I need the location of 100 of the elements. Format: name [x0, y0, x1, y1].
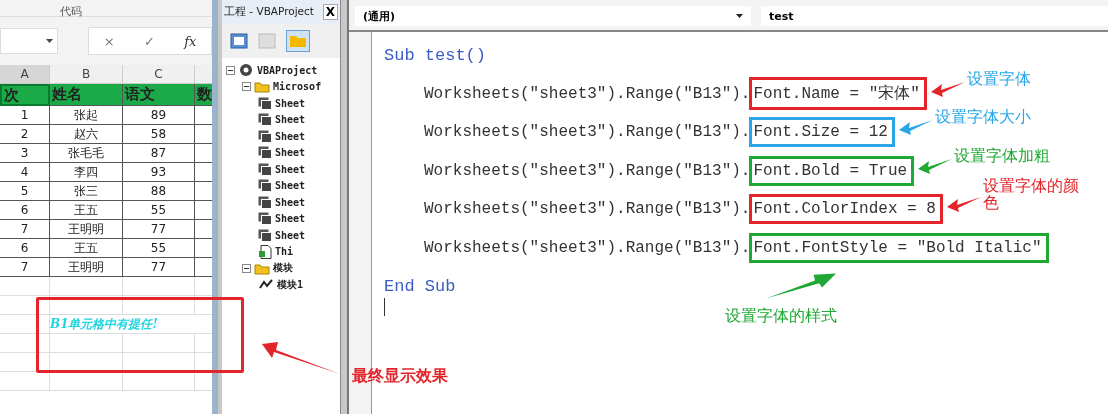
tree-item[interactable]: Sheet: [275, 97, 306, 109]
sheet-icon: [258, 179, 272, 193]
highlighted-code: Font.ColorIndex = 8: [749, 194, 943, 225]
column-header[interactable]: C: [123, 65, 195, 84]
table-cell: 王五: [50, 239, 123, 258]
procedure-dropdown[interactable]: test: [761, 6, 1108, 26]
folder-icon: [254, 261, 270, 275]
annotation-text: 设置字体加粗: [954, 148, 1051, 167]
table-cell: [0, 372, 50, 391]
table-cell: 1: [0, 106, 50, 125]
table-cell: [0, 334, 50, 353]
tree-item[interactable]: Sheet: [275, 229, 306, 241]
expand-toggle[interactable]: [226, 65, 235, 75]
table-cell: 93: [123, 163, 195, 182]
tree-item[interactable]: Sheet: [275, 147, 306, 159]
ribbon-group-label: 代码: [60, 5, 82, 18]
table-cell: 6: [0, 201, 50, 220]
table-cell: 6: [0, 239, 50, 258]
table-header-cell: 语文: [123, 84, 195, 106]
table-cell: 87: [123, 144, 195, 163]
annotation-text: 设置字体: [966, 71, 1031, 90]
table-header-cell: 次: [0, 84, 50, 106]
table-cell: 王明明: [50, 220, 123, 239]
annotation-text: 设置字体大小: [934, 110, 1031, 129]
table-cell: 89: [123, 106, 195, 125]
sheet-icon: [258, 146, 272, 160]
table-cell: 4: [0, 163, 50, 182]
tree-item[interactable]: Sheet: [275, 180, 306, 192]
caret-icon: [46, 39, 53, 43]
object-dropdown[interactable]: (通用): [355, 6, 751, 26]
table-cell: 王明明: [50, 258, 123, 277]
sheet-icon: [258, 162, 272, 176]
table-cell: 3: [0, 144, 50, 163]
table-cell: 77: [123, 220, 195, 239]
sheet-icon: [258, 195, 272, 209]
sheet-icon: [258, 96, 272, 110]
table-cell: 88: [123, 182, 195, 201]
table-cell: 77: [123, 258, 195, 277]
tree-item[interactable]: 模块: [273, 261, 293, 276]
table-cell: [123, 296, 195, 315]
tree-item[interactable]: Sheet: [275, 163, 306, 175]
code-text: Worksheets("sheet3").Range("B13").: [424, 161, 751, 180]
table-cell: 李四: [50, 163, 123, 182]
table-header-cell: 姓名: [50, 84, 123, 106]
highlighted-code: Font.Name = "宋体": [749, 77, 927, 111]
expand-toggle[interactable]: [242, 263, 251, 273]
table-cell: 张起: [50, 106, 123, 125]
tree-item[interactable]: Sheet: [275, 213, 306, 225]
table-cell: 7: [0, 258, 50, 277]
table-cell: [0, 353, 50, 372]
tree-item[interactable]: Sheet: [275, 130, 306, 142]
view-code-icon[interactable]: [230, 33, 248, 49]
table-header-cell: 数: [195, 84, 212, 106]
table-cell: B1单元格中有提任!: [50, 315, 212, 334]
table-cell: 张毛毛: [50, 144, 123, 163]
table-cell: [0, 296, 50, 315]
code-text: Worksheets("sheet3").Range("B13").: [424, 84, 751, 103]
annotation-text: 最终显示效果: [352, 366, 448, 387]
tree-item[interactable]: 模块1: [277, 277, 304, 292]
column-header[interactable]: B: [50, 65, 123, 84]
expand-toggle[interactable]: [242, 82, 251, 92]
tree-item[interactable]: VBAProject: [257, 64, 318, 76]
annotation-text: 设置字体的颜色: [982, 178, 1080, 214]
highlighted-code: Font.FontStyle = "Bold Italic": [749, 232, 1049, 263]
cancel-button[interactable]: ×: [103, 33, 115, 49]
column-header[interactable]: A: [0, 65, 50, 84]
table-cell: [123, 334, 195, 353]
sheet-icon: [258, 228, 272, 242]
table-cell: 张三: [50, 182, 123, 201]
tree-item[interactable]: Thi: [275, 246, 294, 258]
tree-item[interactable]: Microsof: [273, 81, 322, 93]
enter-button[interactable]: ✓: [143, 33, 155, 49]
table-cell: 2: [0, 125, 50, 144]
sheet-icon: [258, 129, 272, 143]
caret-icon: [736, 14, 743, 18]
code-text: Worksheets("sheet3").Range("B13").: [424, 200, 751, 219]
tree-item[interactable]: Sheet: [275, 196, 306, 208]
table-cell: 55: [123, 239, 195, 258]
table-cell: 55: [123, 201, 195, 220]
table-cell: 赵六: [50, 125, 123, 144]
code-line: End Sub: [384, 276, 456, 296]
sheet-icon: [258, 113, 272, 127]
table-cell: [0, 277, 50, 296]
table-cell: 王五: [50, 201, 123, 220]
folder-icon: [254, 80, 270, 94]
close-button[interactable]: X: [322, 4, 338, 20]
highlighted-code: Font.Bold = True: [749, 155, 915, 186]
table-cell: [123, 372, 195, 391]
table-cell: [0, 315, 50, 334]
panel-title: 工程 - VBAProject: [224, 5, 314, 19]
function-button[interactable]: fx: [184, 33, 197, 49]
code-text: Worksheets("sheet3").Range("B13").: [424, 238, 751, 257]
table-cell: 58: [123, 125, 195, 144]
table-cell: 7: [0, 220, 50, 239]
workbook-icon: [258, 244, 272, 259]
table-cell: [123, 277, 195, 296]
highlighted-code: Font.Size = 12: [749, 117, 895, 148]
code-text: Worksheets("sheet3").Range("B13").: [424, 123, 751, 142]
tree-item[interactable]: Sheet: [275, 114, 306, 126]
code-line: Sub test(): [384, 45, 487, 65]
